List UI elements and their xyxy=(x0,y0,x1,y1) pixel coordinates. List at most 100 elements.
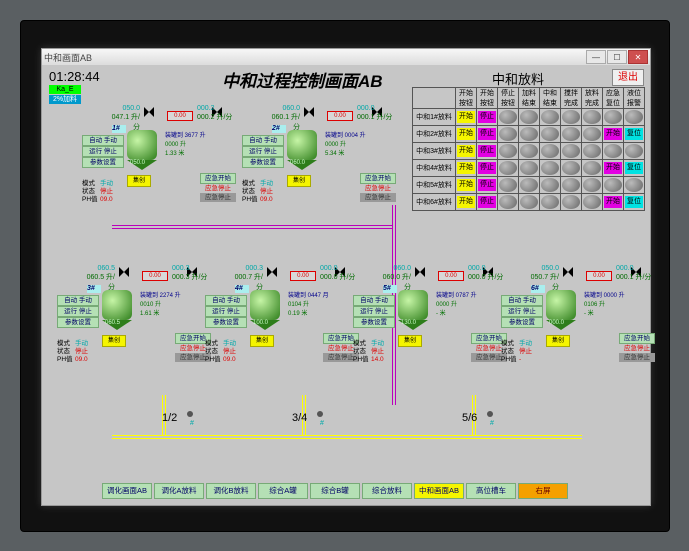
setpoint-box[interactable]: 0.00 xyxy=(327,111,353,121)
unit-6: 050.0050.7 升/分 0.00 000.0000.1 升/分 6# 自动… xyxy=(501,265,671,375)
side-readings: 装罐到 0787 升0000 升- 米 xyxy=(436,290,477,317)
unit-tag: 3# xyxy=(87,285,101,293)
tank-icon: 100.0 xyxy=(250,290,280,332)
ind-b: 2%加料 xyxy=(49,95,81,104)
nav-bar: 调化画面AB 调化A放料 调化B放料 综合A罐 综合B罐 综合放料 中和画面AB… xyxy=(102,483,568,499)
regen-button[interactable]: 集创 xyxy=(287,175,311,187)
emergency-block: 应急开始 应急停止 应急停止 xyxy=(200,173,236,202)
tank-icon: 000.0 xyxy=(546,290,576,332)
param-button[interactable]: 参数设置 xyxy=(57,317,99,328)
nav-button[interactable]: 调化画面AB xyxy=(102,483,152,499)
maximize-button[interactable]: ☐ xyxy=(607,50,627,64)
pair-label-56: 5/6 xyxy=(462,412,477,424)
side-readings: 装罐到 2274 升0010 升1.61 米 xyxy=(140,290,181,317)
pair-label-12: 1/2 xyxy=(162,412,177,424)
clock: 01:28:44 xyxy=(49,69,100,84)
run-button[interactable]: 运行 停止 xyxy=(242,146,284,157)
unit-2: 060.0060.1 升/分 0.00 000.0000.1 升/分 2# 自动… xyxy=(242,105,412,215)
unit-3: 060.5060.5 升/分 0.00 000.3000.3 升/分 3# 自动… xyxy=(57,265,227,375)
emg-start-button[interactable]: 应急开始 xyxy=(619,333,655,344)
auto-button[interactable]: 自动 手动 xyxy=(353,295,395,306)
emg-alt-button[interactable]: 应急停止 xyxy=(200,193,236,202)
nav-button-screen[interactable]: 右屏 xyxy=(518,483,568,499)
auto-button[interactable]: 自动 手动 xyxy=(205,295,247,306)
tank-icon: 050.0 xyxy=(127,130,157,172)
regen-button[interactable]: 集创 xyxy=(546,335,570,347)
status-block: 模式手动 状态停止 PH值- xyxy=(501,337,532,361)
pair-label-34: 3/4 xyxy=(292,412,307,424)
run-button[interactable]: 运行 停止 xyxy=(205,306,247,317)
lamp-icon xyxy=(499,110,517,124)
ind-a: Ka_E xyxy=(49,85,81,94)
unit-1: 050.0047.1 升/分 0.00 000.2000.2 升/分 1# 自动… xyxy=(82,105,252,215)
minimize-button[interactable]: — xyxy=(586,50,606,64)
close-button[interactable]: ✕ xyxy=(628,50,648,64)
control-panel: 自动 手动 运行 停止 参数设置 xyxy=(82,135,124,168)
regen-button[interactable]: 集创 xyxy=(398,335,422,347)
valve-icon xyxy=(267,267,277,277)
control-panel: 自动 手动 运行 停止 参数设置 xyxy=(57,295,99,328)
unit-4: 000.3000.7 升/分 0.00 000.0000.0 升/分 4# 自动… xyxy=(205,265,375,375)
run-button[interactable]: 运行 停止 xyxy=(353,306,395,317)
side-readings: 装罐到 0004 升0000 升5.34 米 xyxy=(325,130,366,157)
marker-icon xyxy=(187,411,193,417)
param-button[interactable]: 参数设置 xyxy=(205,317,247,328)
status-block: 模式手动 状态停止 PH值09.0 xyxy=(205,337,236,361)
start-button[interactable]: 开始 xyxy=(457,111,475,123)
regen-button[interactable]: 集创 xyxy=(250,335,274,347)
auto-button[interactable]: 自动 手动 xyxy=(82,135,124,146)
side-readings: 装罐到 0000 升0106 升- 米 xyxy=(584,290,625,317)
window: 中和画面AB — ☐ ✕ 01:28:44 Ka_E 2%加料 中和过程控制画面… xyxy=(41,48,651,506)
flow-reading-2: 000.0000.1 升/分 xyxy=(357,105,397,122)
control-panel: 自动 手动 运行 停止 参数设置 xyxy=(501,295,543,328)
run-button[interactable]: 运行 停止 xyxy=(501,306,543,317)
setpoint-box[interactable]: 0.00 xyxy=(290,271,316,281)
emg-stop-button[interactable]: 应急停止 xyxy=(619,344,655,353)
param-button[interactable]: 参数设置 xyxy=(242,157,284,168)
unit-tag: 5# xyxy=(383,285,397,293)
emergency-block: 应急开始 应急停止 应急停止 xyxy=(619,333,655,362)
setpoint-box[interactable]: 0.00 xyxy=(438,271,464,281)
side-readings: 装罐到 0447 月0104 升0.19 米 xyxy=(288,290,329,317)
unit-tag: 2# xyxy=(272,125,286,133)
auto-button[interactable]: 自动 手动 xyxy=(57,295,99,306)
emg-start-button[interactable]: 应急开始 xyxy=(200,173,236,184)
auto-button[interactable]: 自动 手动 xyxy=(242,135,284,146)
emg-stop-button[interactable]: 应急停止 xyxy=(360,184,396,193)
valve-icon xyxy=(415,267,425,277)
valve-icon xyxy=(563,267,573,277)
auto-button[interactable]: 自动 手动 xyxy=(501,295,543,306)
valve-icon xyxy=(144,107,154,117)
emg-stop-button[interactable]: 应急停止 xyxy=(200,184,236,193)
nav-button-active[interactable]: 中和画面AB xyxy=(414,483,464,499)
run-button[interactable]: 运行 停止 xyxy=(82,146,124,157)
param-button[interactable]: 参数设置 xyxy=(353,317,395,328)
param-button[interactable]: 参数设置 xyxy=(501,317,543,328)
emergency-block: 应急开始 应急停止 应急停止 xyxy=(360,173,396,202)
run-button[interactable]: 运行 停止 xyxy=(57,306,99,317)
emg-start-button[interactable]: 应急开始 xyxy=(360,173,396,184)
flow-reading-2: 000.0000.1 升/分 xyxy=(616,265,656,282)
unit-5: 060.0060.0 升/分 0.00 000.0000.0 升/分 5# 自动… xyxy=(353,265,523,375)
setpoint-box[interactable]: 0.00 xyxy=(586,271,612,281)
valve-icon xyxy=(119,267,129,277)
setpoint-box[interactable]: 0.00 xyxy=(167,111,193,121)
control-panel: 自动 手动 运行 停止 参数设置 xyxy=(353,295,395,328)
regen-button[interactable]: 集创 xyxy=(102,335,126,347)
discharge-table: 开始按钮开始按钮停止按钮 加料结束中和结束搅拌完成 放料完成应急复位液位报警 中… xyxy=(412,87,645,211)
regen-button[interactable]: 集创 xyxy=(127,175,151,187)
exit-button[interactable]: 退出 xyxy=(612,69,644,86)
emg-alt-button[interactable]: 应急停止 xyxy=(360,193,396,202)
tank-icon: 130.0 xyxy=(398,290,428,332)
status-block: 模式手动 状态停止 PH值14.0 xyxy=(353,337,384,361)
titlebar: 中和画面AB — ☐ ✕ xyxy=(42,49,650,66)
control-panel: 自动 手动 运行 停止 参数设置 xyxy=(205,295,247,328)
param-button[interactable]: 参数设置 xyxy=(82,157,124,168)
status-block: 模式手动 状态停止 PH值09.0 xyxy=(82,177,113,201)
status-block: 模式手动 状态停止 PH值09.0 xyxy=(57,337,88,361)
emg-alt-button[interactable]: 应急停止 xyxy=(619,353,655,362)
stop-button[interactable]: 停止 xyxy=(478,111,496,123)
unit-tag: 4# xyxy=(235,285,249,293)
page-subtitle: 中和放料 xyxy=(492,69,544,88)
setpoint-box[interactable]: 0.00 xyxy=(142,271,168,281)
